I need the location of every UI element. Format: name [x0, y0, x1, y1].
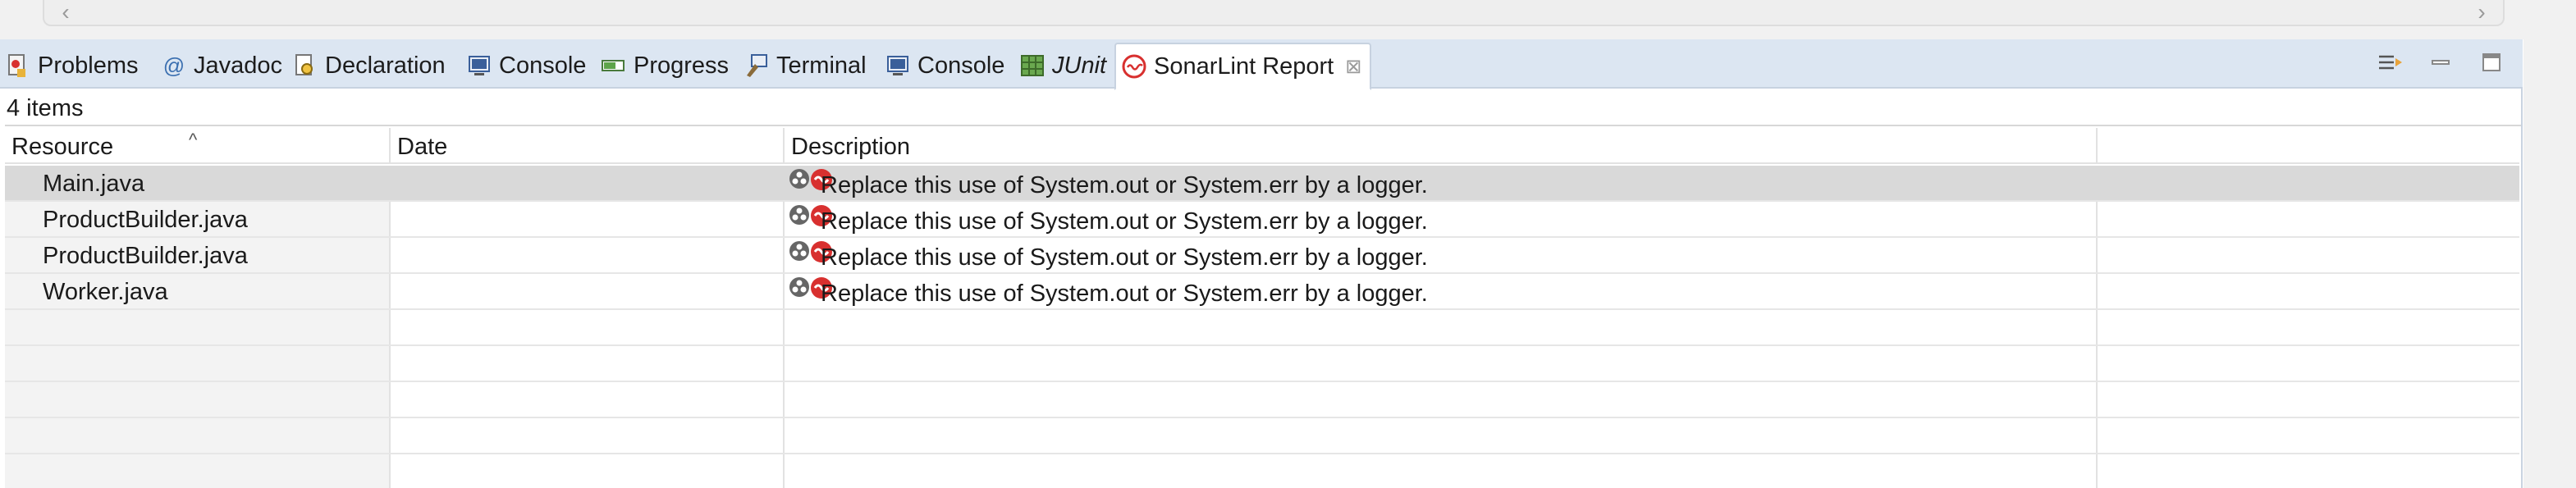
table-row[interactable]: Main.java Replace this use of System.out…: [5, 166, 2519, 202]
empty-row: [5, 310, 2519, 346]
severity-icon: [789, 277, 809, 297]
javadoc-icon: @: [162, 52, 185, 78]
view-tab-bar: Problems @ Javadoc Declaration Console P…: [0, 39, 2523, 90]
resource-cell: Main.java: [43, 170, 145, 197]
severity-icon: [789, 169, 809, 189]
item-count: 4 items: [7, 95, 84, 121]
close-icon[interactable]: ⊠: [1345, 55, 1361, 79]
table-row[interactable]: Worker.java Replace this use of System.o…: [5, 274, 2519, 310]
terminal-icon: [744, 52, 770, 79]
problems-icon: [5, 52, 31, 79]
empty-row: [5, 382, 2519, 418]
tab-declaration[interactable]: Declaration: [292, 44, 446, 87]
tab-javadoc[interactable]: @ Javadoc: [161, 44, 282, 87]
maximize-icon[interactable]: [2477, 48, 2506, 77]
column-header-description[interactable]: Description: [783, 128, 2096, 164]
resource-cell: Worker.java: [43, 278, 168, 305]
table-row[interactable]: ProductBuilder.java Replace this use of …: [5, 202, 2519, 238]
console-icon: [466, 52, 492, 79]
tab-problems[interactable]: Problems: [5, 44, 139, 87]
minimize-icon[interactable]: [2426, 48, 2455, 77]
empty-row: [5, 346, 2519, 382]
editor-area-bottom: ‹ ›: [0, 0, 2576, 39]
declaration-icon: [292, 52, 318, 79]
column-header-empty[interactable]: [2096, 128, 2519, 164]
tab-console-2[interactable]: Console: [885, 44, 1004, 87]
junit-icon: [1019, 52, 1045, 79]
table-body: Main.java Replace this use of System.out…: [5, 166, 2519, 488]
description-cell: Replace this use of System.out or System…: [788, 274, 2093, 310]
tab-sonarlint-report[interactable]: SonarLint Report ⊠: [1114, 43, 1372, 90]
description-cell: Replace this use of System.out or System…: [788, 166, 2093, 202]
tab-junit[interactable]: JUnit: [1019, 44, 1106, 87]
tab-progress[interactable]: Progress: [601, 44, 729, 87]
empty-row: [5, 454, 2519, 488]
severity-icon: [789, 205, 809, 225]
window-right-strip: [2523, 0, 2576, 488]
tab-terminal[interactable]: Terminal: [744, 44, 867, 87]
views-panel: Problems @ Javadoc Declaration Console P…: [0, 39, 2523, 488]
severity-icon: [789, 241, 809, 261]
tab-console-1[interactable]: Console: [466, 44, 586, 87]
description-cell: Replace this use of System.out or System…: [788, 238, 2093, 274]
description-cell: Replace this use of System.out or System…: [788, 202, 2093, 238]
editor-horizontal-scrollbar[interactable]: ‹ ›: [43, 0, 2505, 26]
sonarlint-icon: [1121, 53, 1147, 80]
progress-icon: [601, 52, 627, 79]
view-toolbar: [2375, 46, 2506, 79]
table-row[interactable]: ProductBuilder.java Replace this use of …: [5, 238, 2519, 274]
view-menu-icon[interactable]: [2375, 48, 2404, 77]
column-header-resource[interactable]: Resource ^: [5, 128, 389, 164]
scroll-left-icon[interactable]: ‹: [49, 0, 82, 25]
scroll-right-icon[interactable]: ›: [2465, 0, 2498, 25]
console-icon: [885, 52, 911, 79]
resource-cell: ProductBuilder.java: [43, 242, 248, 269]
sort-ascending-icon: ^: [189, 130, 198, 150]
resource-cell: ProductBuilder.java: [43, 206, 248, 233]
divider: [5, 125, 2521, 126]
column-header-date[interactable]: Date: [389, 128, 783, 164]
table-header: Resource ^ Date Description: [5, 128, 2519, 164]
empty-row: [5, 418, 2519, 454]
issues-table: Resource ^ Date Description Main.java Re…: [5, 128, 2519, 488]
